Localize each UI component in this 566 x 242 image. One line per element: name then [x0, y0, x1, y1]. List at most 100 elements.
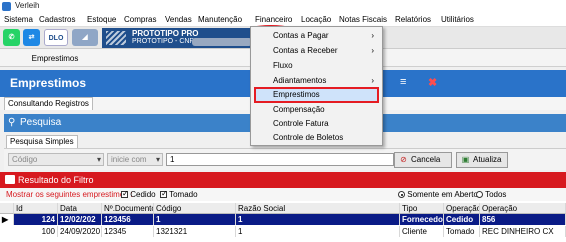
show-label: Mostrar os seguintes emprestimos :	[6, 190, 133, 199]
menu-utilitarios[interactable]: Utilitários	[441, 15, 474, 24]
window-title: Verleih	[15, 1, 40, 10]
teamviewer-icon[interactable]: ⇄	[23, 29, 40, 46]
tomado-label: Tomado	[169, 190, 198, 199]
menu-item-emprestimos[interactable]: Emprestimos	[251, 88, 382, 102]
row-pointer-icon: ▶	[0, 214, 14, 225]
mode-select[interactable]: inicie com	[107, 153, 163, 166]
grid-indicator-col	[0, 203, 14, 214]
cell-razao-social: 1	[236, 226, 400, 237]
cedido-checkbox[interactable]	[121, 189, 129, 198]
menu-notas-fiscais[interactable]: Notas Fiscais	[339, 15, 387, 24]
cell-operacao: Tomado	[444, 226, 480, 237]
menu-cadastros[interactable]: Cadastros	[39, 15, 75, 24]
menu-vendas[interactable]: Vendas	[165, 15, 192, 24]
close-red-icon[interactable]: ✖	[428, 76, 437, 89]
grid-icon	[5, 175, 15, 184]
resultado-header: Resultado do Filtro	[0, 172, 566, 188]
update-button[interactable]: ▣ Atualiza	[456, 152, 508, 168]
field-select[interactable]: Código	[8, 153, 104, 166]
refresh-icon: ▣	[461, 155, 470, 164]
tomado-option[interactable]: Tomado	[160, 189, 198, 199]
col-data[interactable]: Data	[58, 203, 102, 214]
search-term-input[interactable]: 1	[166, 153, 394, 166]
menu-bar: Sistema Cadastros Estoque Compras Vendas…	[0, 13, 566, 41]
resultado-title: Resultado do Filtro	[18, 175, 94, 185]
menu-item-label: Compensação	[273, 105, 325, 114]
menu-item-label: Contas a Receber	[273, 46, 338, 55]
company-banner: PROTOTIPO PRO PROTOTIPO - CNPJ :	[102, 28, 252, 48]
cell-id: 100	[14, 226, 58, 237]
cedido-label: Cedido	[130, 190, 156, 199]
search-icon: ⚲	[8, 117, 16, 128]
menu-item-controle-fatura[interactable]: Controle Fatura	[251, 117, 382, 131]
menu-item-label: Contas a Pagar	[273, 31, 329, 40]
cell-codigo: 1321321	[154, 226, 236, 237]
col-codigo[interactable]: Código	[154, 203, 236, 214]
menu-estoque[interactable]: Estoque	[87, 15, 116, 24]
cancel-label: Cancela	[411, 155, 441, 164]
company-logo-icon	[106, 31, 126, 45]
cell-tipo: Fornecedor	[400, 214, 444, 225]
cedido-option[interactable]: Cedido	[121, 189, 156, 199]
menu-item-controle-boletos[interactable]: Controle de Boletos	[251, 131, 382, 145]
menu-compras[interactable]: Compras	[124, 15, 156, 24]
menu-item-fluxo[interactable]: Fluxo	[251, 59, 382, 73]
tomado-checkbox[interactable]	[160, 189, 168, 198]
cell-documento: 12345	[102, 226, 154, 237]
todos-label: Todos	[485, 190, 507, 199]
aberto-radio[interactable]	[398, 191, 405, 198]
cell-razao-social: 1	[236, 214, 400, 225]
cancel-icon: ⊘	[400, 155, 407, 164]
col-operacao-desc[interactable]: Operação	[480, 203, 566, 214]
col-tipo[interactable]: Tipo	[400, 203, 444, 214]
menu-item-adiantamentos[interactable]: Adiantamentos ›	[251, 74, 382, 88]
update-label: Atualiza	[473, 155, 502, 164]
cell-id: 124	[14, 214, 58, 225]
chevron-right-icon: ›	[371, 76, 374, 85]
col-id[interactable]: Id	[14, 203, 58, 214]
whatsapp-icon[interactable]: ✆	[3, 29, 20, 46]
filter-row: Código inicie com 1 ⊘ Cancela ▣ Atualiza	[4, 148, 566, 170]
tab-pesquisa-simples[interactable]: Pesquisa Simples	[6, 135, 78, 148]
col-documento[interactable]: Nº.Documento	[102, 203, 154, 214]
form-title: Emprestimos	[10, 76, 87, 90]
cell-data: 24/09/2020	[60, 226, 102, 237]
menu-manutencao[interactable]: Manutenção	[198, 15, 242, 24]
menu-item-contas-a-pagar[interactable]: Contas a Pagar ›	[251, 29, 382, 43]
dlo-icon[interactable]: DLO	[44, 29, 68, 46]
menu-item-label: Controle de Boletos	[273, 133, 344, 142]
col-razao-social[interactable]: Razão Social	[236, 203, 400, 214]
menu-sistema[interactable]: Sistema	[4, 15, 33, 24]
menu-item-contas-a-receber[interactable]: Contas a Receber ›	[251, 44, 382, 58]
company-name: PROTOTIPO PRO	[132, 29, 199, 38]
chevron-right-icon: ›	[371, 46, 374, 55]
todos-option[interactable]: Todos	[476, 190, 506, 199]
todos-radio[interactable]	[476, 191, 483, 198]
aberto-option[interactable]: Somente em Aberto	[398, 190, 478, 199]
menu-relatorios[interactable]: Relatórios	[395, 15, 431, 24]
menu-icon[interactable]: ≡	[400, 76, 406, 88]
menu-item-label: Fluxo	[273, 61, 293, 70]
aberto-label: Somente em Aberto	[407, 190, 478, 199]
cell-operacao: Cedido	[444, 214, 480, 225]
cell-tipo: Cliente	[400, 226, 444, 237]
menu-financeiro[interactable]: Financeiro	[255, 15, 292, 24]
cell-data: 12/02/202	[58, 214, 102, 225]
menu-locacao[interactable]: Locação	[301, 15, 331, 24]
cell-codigo: 1	[154, 214, 236, 225]
tab-consultando-registros[interactable]: Consultando Registros	[4, 97, 93, 110]
menu-item-compensacao[interactable]: Compensação	[251, 103, 382, 117]
financeiro-dropdown: Contas a Pagar › Contas a Receber › Fluxo …	[250, 26, 383, 146]
show-filter-row: Mostrar os seguintes emprestimos : Cedid…	[0, 188, 566, 201]
results-grid: Id Data Nº.Documento Código Razão Social…	[0, 201, 566, 242]
menu-item-label: Adiantamentos	[273, 76, 327, 85]
cancel-button[interactable]: ⊘ Cancela	[394, 152, 452, 168]
cell-documento: 123456	[102, 214, 154, 225]
tab-emprestimos[interactable]: Emprestimos	[0, 51, 110, 67]
cell-operacao-desc: 856	[480, 214, 566, 225]
title-bar: Verleih	[0, 0, 566, 13]
cell-operacao-desc: REC DINHEIRO CX	[480, 226, 566, 237]
menu-item-label: Controle Fatura	[273, 119, 329, 128]
col-operacao[interactable]: Operação	[444, 203, 480, 214]
pesquisa-title: Pesquisa	[20, 117, 62, 128]
